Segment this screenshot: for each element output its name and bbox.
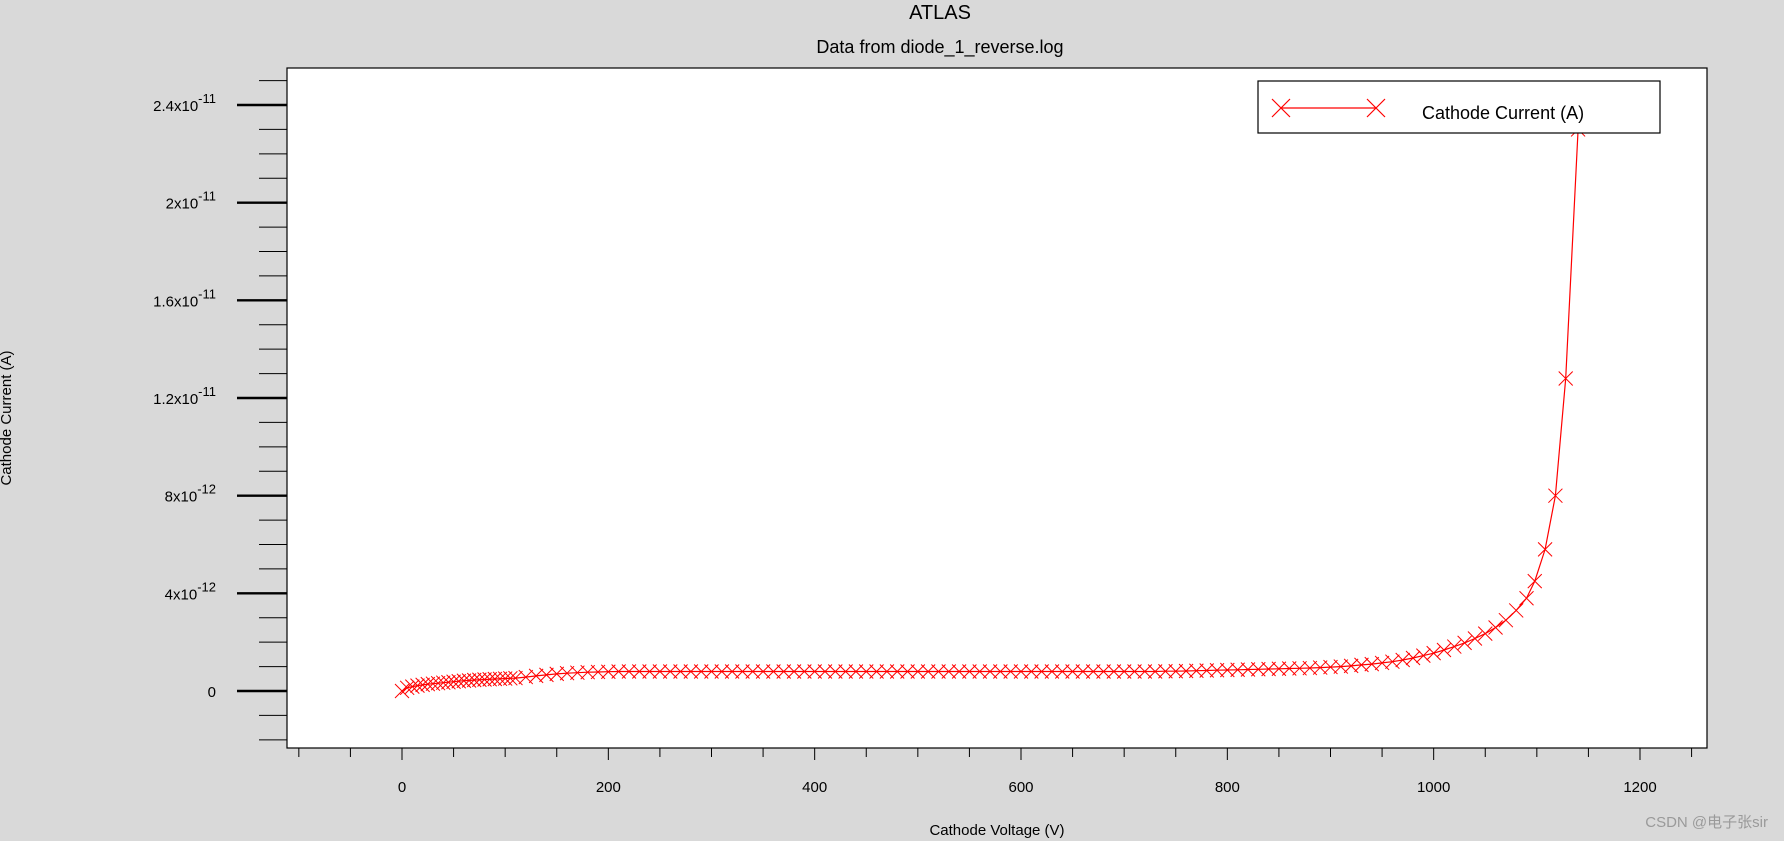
x-tick-label: 200 bbox=[596, 779, 621, 796]
legend-label: Cathode Current (A) bbox=[1422, 103, 1584, 123]
legend: Cathode Current (A) bbox=[1257, 80, 1661, 134]
chart-title: ATLAS bbox=[909, 2, 971, 24]
y-tick-label: 2.4x10-11 bbox=[153, 91, 216, 115]
chart: ATLAS Data from diode_1_reverse.log 0 4x1… bbox=[0, 2, 1768, 839]
y-tick-label: 0 bbox=[208, 684, 216, 701]
y-tick-label: 1.6x10-11 bbox=[153, 286, 216, 310]
x-tick-label: 400 bbox=[802, 779, 827, 796]
y-tick-label: 8x10-12 bbox=[165, 482, 216, 506]
x-tick-label: 600 bbox=[1008, 779, 1033, 796]
x-tick-label: 1000 bbox=[1417, 779, 1450, 796]
x-tick-label: 800 bbox=[1215, 779, 1240, 796]
watermark: CSDN @电子张sir bbox=[1645, 814, 1768, 831]
y-tick-label: 1.2x10-11 bbox=[153, 384, 216, 408]
y-tick-label: 2x10-11 bbox=[166, 189, 216, 213]
x-axis: 0 200 400 600 800 1000 1200 bbox=[298, 748, 1693, 796]
y-axis-label: Cathode Current (A) bbox=[0, 350, 15, 485]
x-axis-label: Cathode Voltage (V) bbox=[929, 822, 1064, 839]
chart-subtitle: Data from diode_1_reverse.log bbox=[816, 37, 1063, 58]
y-tick-label: 4x10-12 bbox=[165, 579, 216, 603]
x-tick-label: 0 bbox=[398, 779, 406, 796]
plot-area bbox=[286, 67, 1708, 749]
y-axis: 0 4x10-12 8x10-12 1.2x10-11 1.6x10-11 2x10-11… bbox=[153, 80, 287, 741]
x-tick-label: 1200 bbox=[1623, 779, 1656, 796]
